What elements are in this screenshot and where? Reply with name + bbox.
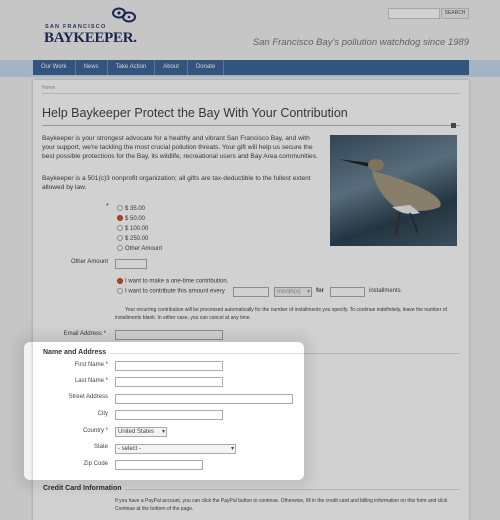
recurring-interval-input[interactable] (233, 287, 269, 297)
zip-label: Zip Code (83, 461, 108, 467)
divider (110, 353, 460, 354)
name-address-heading: Name and Address (43, 349, 107, 356)
nonprofit-text: Baykeeper is a 501(c)3 nonprofit organiz… (42, 175, 311, 191)
divider (125, 489, 460, 490)
radio-icon[interactable] (117, 235, 123, 242)
state-select[interactable]: - select - (115, 444, 236, 454)
amount-100[interactable]: $ 100.00 (117, 224, 162, 234)
logo[interactable]: BAYKEEPER. (44, 30, 137, 47)
last-name-label: Last Name * (74, 378, 108, 384)
last-name-input[interactable] (115, 377, 223, 387)
credit-card-note: If you have a PayPal account, you can cl… (115, 498, 448, 512)
tagline: San Francisco Bay's pollution watchdog s… (252, 37, 469, 48)
nav-news[interactable]: News (76, 60, 108, 75)
street-label: Street Address (68, 394, 108, 400)
zip-input[interactable] (115, 460, 203, 470)
radio-icon[interactable] (117, 225, 123, 232)
recurring-note: Your recurring contribution will be proc… (115, 307, 447, 321)
installments-input[interactable] (330, 287, 365, 297)
search-button[interactable]: SEARCH (441, 8, 469, 19)
other-amount-label: Other Amount (70, 259, 108, 265)
first-name-label: First Name * (74, 362, 108, 368)
nav-donate[interactable]: Donate (188, 60, 225, 75)
credit-card-heading: Credit Card Information (43, 485, 122, 492)
country-label: Country * (82, 428, 108, 434)
page-title: Help Baykeeper Protect the Bay With Your… (42, 106, 348, 120)
radio-selected-icon[interactable] (117, 215, 123, 222)
required-marker: * (106, 203, 109, 210)
city-input[interactable] (115, 410, 223, 420)
radio-icon[interactable] (117, 245, 123, 252)
amount-other[interactable]: Other Amount (117, 244, 162, 254)
frequency-select[interactable]: month(s) (274, 287, 312, 297)
nav-about[interactable]: About (155, 60, 188, 75)
amount-50[interactable]: $ 50.00 (117, 214, 162, 224)
email-label: Email Address * (63, 331, 106, 337)
nav-our-work[interactable]: Our Work (33, 60, 76, 75)
print-icon[interactable] (451, 123, 456, 128)
one-time-option[interactable]: I want to make a one-time contribution. (117, 278, 228, 285)
state-label: State (93, 444, 108, 450)
divider (42, 125, 460, 126)
country-select[interactable]: United States (115, 427, 167, 437)
divider (42, 93, 460, 94)
amount-35[interactable]: $ 35.00 (117, 204, 162, 214)
email-input[interactable] (115, 330, 223, 340)
first-name-input[interactable] (115, 361, 223, 371)
other-amount-input[interactable] (115, 259, 147, 269)
city-label: City (97, 411, 108, 417)
fish-logo-icon (112, 7, 136, 23)
intro-text: Baykeeper is your strongest advocate for… (42, 135, 318, 160)
recurring-option[interactable]: I want to contribute this amount every (117, 288, 225, 295)
radio-selected-icon[interactable] (117, 278, 123, 284)
installments-label: installments (369, 288, 401, 294)
radio-icon[interactable] (117, 288, 123, 294)
amount-options: $ 35.00 $ 50.00 $ 100.00 $ 250.00 Other … (117, 204, 162, 254)
main-nav: Our Work News Take Action About Donate (33, 60, 469, 75)
street-input[interactable] (115, 394, 293, 404)
bird-photo (330, 135, 457, 246)
breadcrumb[interactable]: Home (42, 85, 55, 91)
radio-icon[interactable] (117, 205, 123, 212)
for-label: for (316, 288, 324, 294)
willet-bird-image (338, 159, 441, 236)
amount-250[interactable]: $ 250.00 (117, 234, 162, 244)
search-input[interactable] (388, 8, 440, 19)
nav-take-action[interactable]: Take Action (108, 60, 156, 75)
